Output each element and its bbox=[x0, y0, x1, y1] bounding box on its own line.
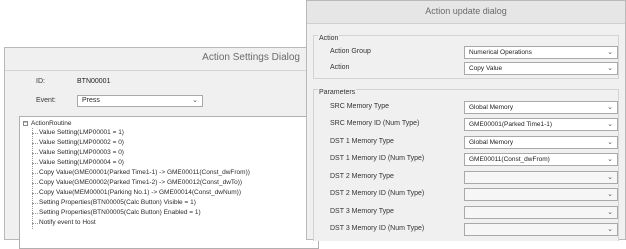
src-memory-type-value: Global Memory bbox=[469, 104, 514, 111]
chevron-down-icon: ⌄ bbox=[192, 97, 198, 104]
chevron-down-icon: ⌄ bbox=[607, 139, 613, 146]
dst2-memory-id-label: DST 2 Memory ID (Num Type) bbox=[330, 190, 425, 197]
settings-titlebar[interactable]: Action Settings Dialog bbox=[5, 48, 318, 71]
action-update-dialog: Action update dialog Action Action Group… bbox=[306, 0, 626, 241]
dst3-memory-id-label: DST 3 Memory ID (Num Type) bbox=[330, 225, 425, 232]
tree-collapse-icon[interactable]: − bbox=[23, 121, 28, 126]
src-memory-type-dropdown[interactable]: Global Memory ⌄ bbox=[464, 101, 618, 114]
dst2-memory-id-dropdown[interactable]: ⌄ bbox=[464, 188, 618, 201]
chevron-down-icon: ⌄ bbox=[607, 104, 613, 111]
action-dropdown[interactable]: Copy Value ⌄ bbox=[464, 62, 618, 75]
action-group-dropdown[interactable]: Numerical Operations ⌄ bbox=[464, 46, 618, 59]
chevron-down-icon: ⌄ bbox=[607, 191, 613, 198]
action-routine-tree[interactable]: − ActionRoutine Value Setting(LMP00001 =… bbox=[19, 116, 319, 249]
dst1-memory-id-value: GME00011(Const_dwFrom) bbox=[469, 156, 550, 163]
chevron-down-icon: ⌄ bbox=[607, 49, 613, 56]
chevron-down-icon: ⌄ bbox=[607, 209, 613, 216]
action-settings-window: Action Settings Dialog ID: BTN00001 Even… bbox=[4, 47, 319, 249]
dst3-memory-type-label: DST 3 Memory Type bbox=[330, 208, 394, 215]
chevron-down-icon: ⌄ bbox=[607, 156, 613, 163]
action-group-value: Numerical Operations bbox=[469, 49, 532, 56]
id-label: ID: bbox=[36, 78, 45, 85]
dst3-memory-type-dropdown[interactable]: ⌄ bbox=[464, 206, 618, 219]
action-label: Action bbox=[330, 64, 350, 71]
parameters-group-title: Parameters bbox=[318, 89, 357, 96]
update-dialog-titlebar[interactable]: Action update dialog bbox=[307, 1, 625, 24]
tree-root-label: ActionRoutine bbox=[31, 120, 72, 127]
action-groupbox: Action Action Group Numerical Operations… bbox=[313, 35, 619, 79]
update-dialog-title: Action update dialog bbox=[425, 6, 507, 16]
event-label: Event: bbox=[36, 97, 56, 104]
src-memory-id-dropdown[interactable]: GME00001(Parked Time1-1) ⌄ bbox=[464, 118, 618, 131]
dst2-memory-type-label: DST 2 Memory Type bbox=[330, 173, 394, 180]
event-dropdown[interactable]: Press ⌄ bbox=[77, 95, 203, 107]
dst1-memory-type-value: Global Memory bbox=[469, 139, 514, 146]
id-value: BTN00001 bbox=[77, 78, 111, 85]
src-memory-id-value: GME00001(Parked Time1-1) bbox=[469, 121, 553, 128]
dst2-memory-type-dropdown[interactable]: ⌄ bbox=[464, 171, 618, 184]
action-group-label: Action Group bbox=[330, 48, 371, 55]
chevron-down-icon: ⌄ bbox=[607, 174, 613, 181]
dst3-memory-id-dropdown[interactable]: ⌄ bbox=[464, 223, 618, 236]
src-memory-id-label: SRC Memory ID (Num Type) bbox=[330, 120, 420, 127]
parameters-groupbox: Parameters SRC Memory Type Global Memory… bbox=[313, 89, 619, 241]
event-dropdown-value: Press bbox=[82, 97, 100, 104]
dst1-memory-id-dropdown[interactable]: GME00011(Const_dwFrom) ⌄ bbox=[464, 153, 618, 166]
dst1-memory-type-dropdown[interactable]: Global Memory ⌄ bbox=[464, 136, 618, 149]
settings-body: ID: BTN00001 Event: Press ⌄ − ActionRout… bbox=[5, 71, 319, 249]
chevron-down-icon: ⌄ bbox=[607, 226, 613, 233]
chevron-down-icon: ⌄ bbox=[607, 65, 613, 72]
dst1-memory-type-label: DST 1 Memory Type bbox=[330, 138, 394, 145]
action-value: Copy Value bbox=[469, 65, 503, 72]
dst1-memory-id-label: DST 1 Memory ID (Num Type) bbox=[330, 155, 425, 162]
src-memory-type-label: SRC Memory Type bbox=[330, 103, 389, 110]
action-group-title: Action bbox=[318, 35, 340, 42]
settings-window-title: Action Settings Dialog bbox=[202, 52, 300, 63]
chevron-down-icon: ⌄ bbox=[607, 121, 613, 128]
